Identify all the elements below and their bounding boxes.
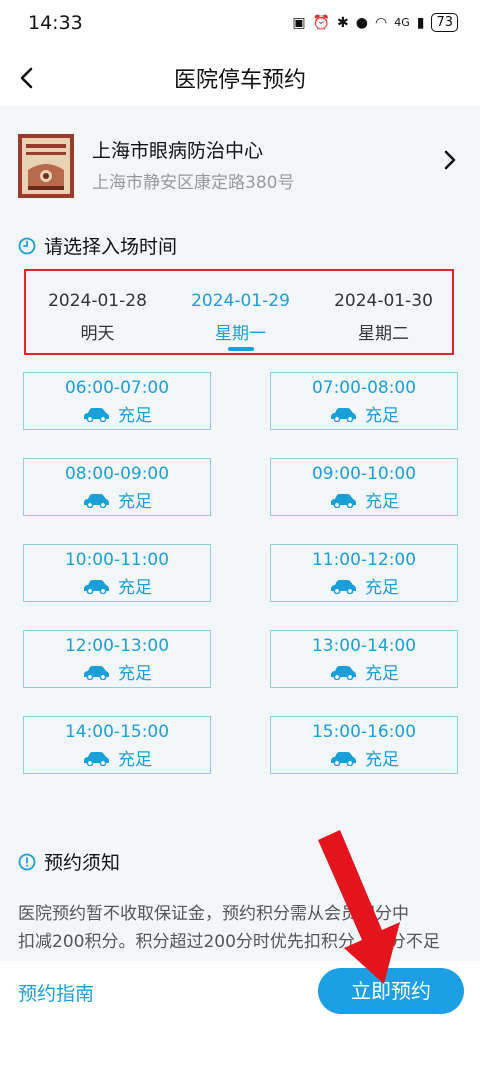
- car-icon: [331, 751, 356, 766]
- slot-status-label: 充足: [365, 406, 399, 426]
- slot-time: 15:00-16:00: [311, 722, 417, 742]
- date-tab-weekday: 明天: [80, 324, 115, 344]
- date-tabs: 2024-01-28 明天 2024-01-29 星期一 2024-01-30 …: [24, 269, 454, 355]
- time-slot[interactable]: 09:00-10:00 充足: [270, 458, 458, 516]
- slot-time: 08:00-09:00: [64, 464, 170, 484]
- car-icon: [331, 493, 356, 508]
- main-content: 上海市眼病防治中心 上海市静安区康定路380号 请选择入场时间 2024-01-…: [0, 106, 480, 961]
- time-slot[interactable]: 12:00-13:00 充足: [23, 630, 211, 688]
- nfc-icon: ▣: [292, 14, 306, 31]
- slot-time: 13:00-14:00: [311, 636, 417, 656]
- date-tab-weekday: 星期二: [358, 324, 409, 344]
- slot-status: 充足: [24, 659, 210, 684]
- car-icon: [84, 493, 109, 508]
- date-tab-0130[interactable]: 2024-01-30 星期二: [312, 271, 455, 353]
- slot-status-label: 充足: [365, 492, 399, 512]
- car-icon: [331, 579, 356, 594]
- slot-status-label: 充足: [365, 578, 399, 598]
- slot-status-label: 充足: [365, 750, 399, 770]
- status-time: 14:33: [28, 12, 83, 34]
- selected-date-indicator: [227, 347, 254, 351]
- slot-time: 06:00-07:00: [64, 378, 170, 398]
- bottom-bar: 预约指南 立即预约: [0, 961, 480, 1068]
- slot-status: 充足: [24, 573, 210, 598]
- date-tab-0129[interactable]: 2024-01-29 星期一: [169, 271, 312, 353]
- slot-status: 充足: [24, 487, 210, 512]
- time-slot[interactable]: 10:00-11:00 充足: [23, 544, 211, 602]
- hospital-logo-icon: [18, 134, 74, 198]
- slot-time: 12:00-13:00: [64, 636, 170, 656]
- wifi-icon: ◠: [374, 14, 388, 31]
- time-slot[interactable]: 13:00-14:00 充足: [270, 630, 458, 688]
- slot-status-label: 充足: [118, 492, 152, 512]
- location-icon: ●: [355, 14, 368, 31]
- time-slot[interactable]: 08:00-09:00 充足: [23, 458, 211, 516]
- slot-time: 11:00-12:00: [311, 550, 417, 570]
- page-title: 医院停车预约: [173, 68, 306, 93]
- time-slot[interactable]: 07:00-08:00 充足: [270, 372, 458, 430]
- car-icon: [331, 407, 356, 422]
- date-tab-date: 2024-01-28: [48, 291, 147, 311]
- date-section-label: 请选择入场时间: [44, 236, 178, 258]
- slot-status-label: 充足: [118, 750, 152, 770]
- nav-bar: 医院停车预约: [0, 50, 480, 106]
- date-tab-0128[interactable]: 2024-01-28 明天: [26, 271, 169, 353]
- hospital-address: 上海市静安区康定路380号: [92, 173, 295, 193]
- car-icon: [84, 665, 109, 680]
- slot-status: 充足: [271, 745, 457, 770]
- battery-indicator: 73: [431, 13, 458, 32]
- slot-status: 充足: [271, 573, 457, 598]
- slot-time: 10:00-11:00: [64, 550, 170, 570]
- notice-title-label: 预约须知: [44, 852, 121, 874]
- info-icon: [18, 853, 36, 870]
- slot-status: 充足: [271, 401, 457, 426]
- slot-time: 07:00-08:00: [311, 378, 417, 398]
- slot-status-label: 充足: [118, 664, 152, 684]
- car-icon: [84, 751, 109, 766]
- car-icon: [84, 579, 109, 594]
- slot-status-label: 充足: [365, 664, 399, 684]
- car-icon: [84, 407, 109, 422]
- network-label: 4G: [394, 16, 410, 29]
- bluetooth-icon: ✱: [337, 14, 349, 31]
- date-tab-weekday: 星期一: [215, 324, 266, 344]
- clock-icon: [18, 237, 36, 254]
- slot-time: 09:00-10:00: [311, 464, 417, 484]
- slot-time: 14:00-15:00: [64, 722, 170, 742]
- date-tab-date: 2024-01-29: [191, 291, 290, 311]
- car-icon: [331, 665, 356, 680]
- date-section-title: 请选择入场时间: [18, 232, 177, 259]
- date-tab-date: 2024-01-30: [334, 291, 433, 311]
- slot-status: 充足: [271, 487, 457, 512]
- red-arrow-annotation: [318, 830, 400, 984]
- time-slot[interactable]: 14:00-15:00 充足: [23, 716, 211, 774]
- time-slot[interactable]: 11:00-12:00 充足: [270, 544, 458, 602]
- time-slot[interactable]: 06:00-07:00 充足: [23, 372, 211, 430]
- status-bar: 14:33 ▣ ⏰ ✱ ● ◠ 4G ▮ 73: [0, 0, 480, 50]
- alarm-icon: ⏰: [312, 14, 331, 31]
- hospital-name: 上海市眼病防治中心: [92, 140, 264, 162]
- booking-guide-link[interactable]: 预约指南: [18, 979, 94, 1006]
- slot-status: 充足: [24, 745, 210, 770]
- slot-status: 充足: [271, 659, 457, 684]
- hospital-card[interactable]: 上海市眼病防治中心 上海市静安区康定路380号: [0, 106, 480, 212]
- slot-status-label: 充足: [118, 578, 152, 598]
- status-icons: ▣ ⏰ ✱ ● ◠ 4G ▮ 73: [292, 13, 458, 32]
- time-slot[interactable]: 15:00-16:00 充足: [270, 716, 458, 774]
- signal-icon: ▮: [416, 14, 425, 31]
- chevron-right-icon: [444, 150, 456, 170]
- slot-status: 充足: [24, 401, 210, 426]
- notice-title: 预约须知: [18, 848, 120, 875]
- slot-status-label: 充足: [118, 406, 152, 426]
